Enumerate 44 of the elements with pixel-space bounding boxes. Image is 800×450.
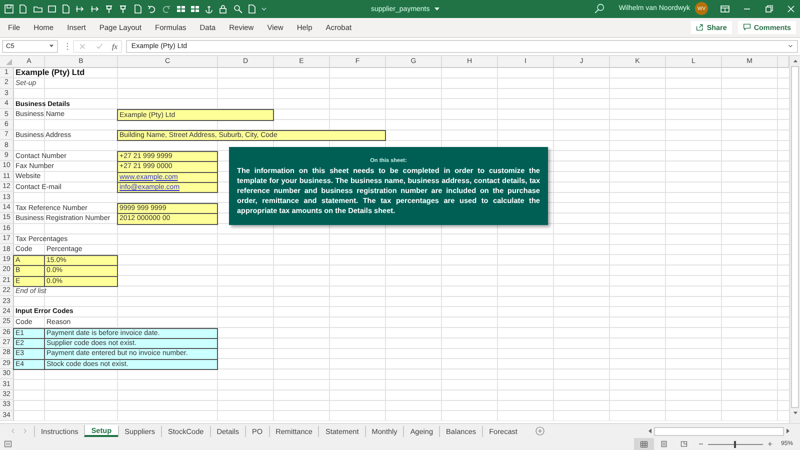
caret-icon[interactable] xyxy=(434,7,440,11)
undo-icon[interactable] xyxy=(146,4,157,14)
normal-view-button[interactable] xyxy=(634,438,654,450)
anchor-icon[interactable] xyxy=(204,4,214,14)
scroll-down-icon[interactable] xyxy=(792,410,798,415)
page-icon xyxy=(660,440,668,448)
customize-caret-icon[interactable] xyxy=(261,6,268,11)
vertical-scrollbar[interactable] xyxy=(789,56,800,424)
save-icon[interactable] xyxy=(4,4,14,14)
zoom-in-icon[interactable] xyxy=(766,441,773,447)
page-break-icon xyxy=(680,440,688,448)
expand-chevron-icon[interactable] xyxy=(788,44,793,48)
pin-icon[interactable] xyxy=(104,4,114,14)
add-sheet-icon[interactable] xyxy=(535,426,546,436)
macro-record-icon[interactable] xyxy=(4,440,12,448)
document-icon[interactable] xyxy=(18,4,28,14)
grid-icon[interactable] xyxy=(176,4,186,14)
grid-icon[interactable] xyxy=(190,4,200,14)
lock-icon[interactable] xyxy=(218,4,228,14)
redo-icon[interactable] xyxy=(161,4,172,14)
scroll-thumb[interactable] xyxy=(791,66,799,408)
scroll-up-icon[interactable] xyxy=(792,58,798,63)
more-icon xyxy=(66,42,69,51)
ribbon-display-icon[interactable] xyxy=(720,4,730,14)
share-icon[interactable] xyxy=(696,23,704,32)
document-icon[interactable] xyxy=(132,4,143,14)
document-icon[interactable] xyxy=(61,4,72,14)
close-icon[interactable] xyxy=(786,4,796,14)
pin-icon[interactable] xyxy=(118,4,128,14)
arrow-icon[interactable] xyxy=(75,4,86,14)
arrow-icon[interactable] xyxy=(90,4,100,14)
grid-icon xyxy=(640,440,648,448)
folder-icon[interactable] xyxy=(32,4,43,14)
restore-icon[interactable] xyxy=(764,4,774,14)
comment-icon[interactable] xyxy=(742,23,751,32)
cell-text: Example (Pty) Ltd xyxy=(14,68,85,78)
zoom-out-icon[interactable] xyxy=(698,441,704,447)
scroll-right-icon[interactable] xyxy=(786,428,790,434)
document-icon[interactable] xyxy=(247,4,258,14)
scroll-left-icon[interactable] xyxy=(648,428,652,434)
magnifier-icon[interactable] xyxy=(232,4,243,14)
caret-icon[interactable] xyxy=(49,44,54,48)
square-icon[interactable] xyxy=(46,4,57,14)
search-icon[interactable] xyxy=(594,3,605,14)
